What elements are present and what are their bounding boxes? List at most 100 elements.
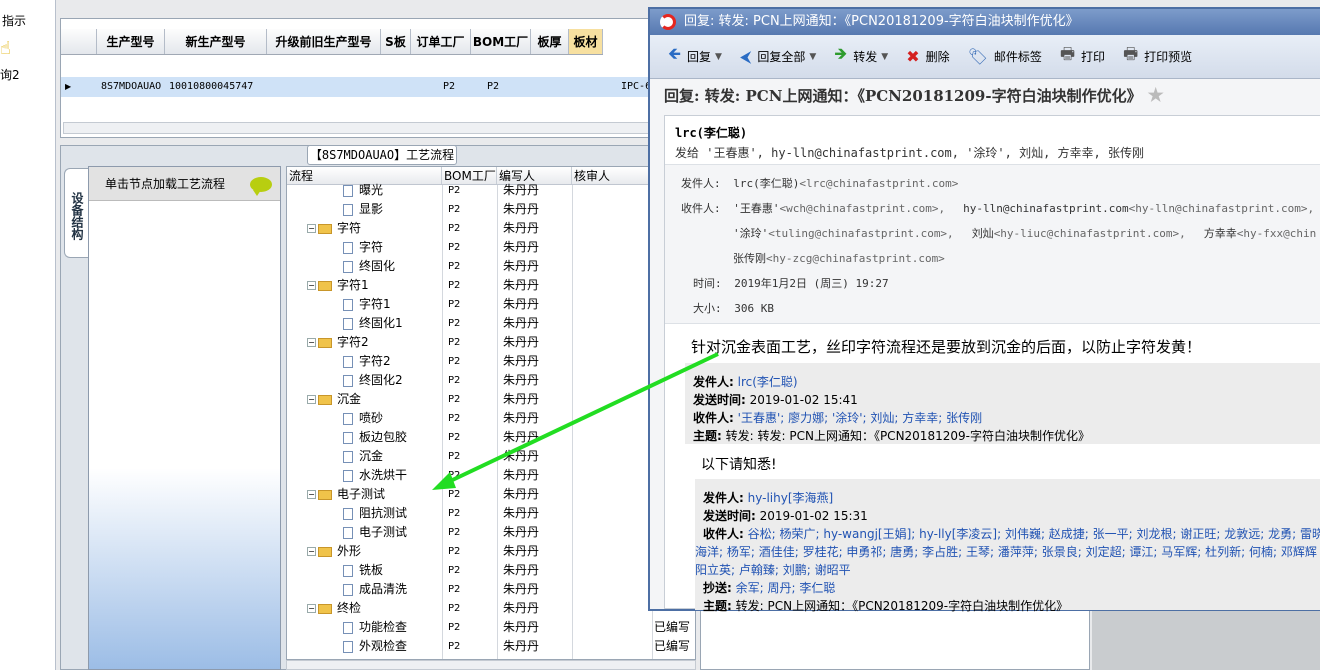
tree-node[interactable]: − 外形 (287, 542, 442, 561)
tree-row[interactable]: 字符2 P2 朱丹丹 (287, 352, 695, 371)
chevron-down-icon[interactable]: ▼ (715, 52, 722, 62)
q1-from-link[interactable]: lrc(李仁聪) (738, 375, 798, 389)
tree-row[interactable]: 喷砂 P2 朱丹丹 (287, 409, 695, 428)
tree-row[interactable]: 功能检查 P2 朱丹丹 已编写 (287, 618, 695, 637)
grid-col-header[interactable]: S板 (381, 29, 411, 54)
tree-node[interactable]: 喷砂 (287, 409, 442, 428)
tree-node[interactable]: − 字符2 (287, 333, 442, 352)
tree-node[interactable]: 电子测试 (287, 523, 442, 542)
collapse-icon[interactable]: − (307, 224, 316, 233)
star-icon[interactable]: ★ (1148, 85, 1164, 106)
tree-node[interactable]: 外观检查 (287, 637, 442, 656)
grid-hscrollbar[interactable] (63, 122, 653, 134)
print-preview-button[interactable]: 🖶 打印预览 (1123, 43, 1192, 70)
grid-row-selected[interactable]: ▶ 8S7MDOAUAO 10010800045747 P2 P2 IPC-6 (61, 77, 657, 97)
tree-row[interactable]: 沉金 P2 朱丹丹 (287, 447, 695, 466)
tree-node[interactable]: 字符1 (287, 295, 442, 314)
collapse-icon[interactable]: − (307, 604, 316, 613)
tree-node[interactable]: 字符 (287, 238, 442, 257)
tree-row[interactable]: − 沉金 P2 朱丹丹 (287, 390, 695, 409)
speech-bubble-icon[interactable] (250, 177, 272, 196)
tree-node[interactable]: 显影 (287, 200, 442, 219)
sender-name[interactable]: lrc(李仁聪) (675, 124, 747, 141)
tree-row[interactable]: 阻抗测试 P2 朱丹丹 (287, 504, 695, 523)
q2-from-link[interactable]: hy-lihy[李海燕] (748, 491, 834, 505)
collapse-icon[interactable]: − (307, 281, 316, 290)
tree-row[interactable]: 显影 P2 朱丹丹 (287, 200, 695, 219)
tree-row[interactable]: 铣板 P2 朱丹丹 (287, 561, 695, 580)
recipient-name[interactable]: '涂玲' (733, 227, 768, 240)
tree-row[interactable]: − 电子测试 P2 朱丹丹 (287, 485, 695, 504)
tree-row[interactable]: 终固化 P2 朱丹丹 (287, 257, 695, 276)
tree-node[interactable]: − 电子测试 (287, 485, 442, 504)
recipient-name[interactable]: 刘灿 (972, 227, 994, 240)
reply-button[interactable]: 🡸 回复 ▼ (668, 43, 722, 70)
grid-col-header[interactable]: 升级前旧生产型号 (267, 29, 381, 54)
print-button[interactable]: 🖶 打印 (1060, 43, 1105, 70)
mail-titlebar[interactable]: 回复: 转发: PCN上网通知：《PCN20181209-字符白油块制作优化》 (650, 9, 1320, 35)
chevron-down-icon[interactable]: ▼ (881, 52, 888, 62)
q2-to-links-2[interactable]: 海洋; 杨军; 酒佳佳; 罗桂花; 申勇祁; 唐勇; 李占胜; 王琴; 潘萍萍;… (695, 543, 1317, 560)
tree-node[interactable]: 成品清洗 (287, 580, 442, 599)
tree-row[interactable]: 字符1 P2 朱丹丹 (287, 295, 695, 314)
nav-label-query[interactable]: 询2 (0, 66, 20, 83)
tree-node[interactable]: 功能检查 (287, 618, 442, 637)
tree-node[interactable]: − 字符1 (287, 276, 442, 295)
tree-row[interactable]: − 字符2 P2 朱丹丹 (287, 333, 695, 352)
tree-node[interactable]: 曝光 (287, 181, 442, 200)
tree-node[interactable]: 铣板 (287, 561, 442, 580)
tree-row[interactable]: 外观检查 P2 朱丹丹 已编写 (287, 637, 695, 656)
tree-node[interactable]: 沉金 (287, 447, 442, 466)
tree-row[interactable]: 终固化1 P2 朱丹丹 (287, 314, 695, 333)
tree-hscrollbar[interactable] (286, 660, 696, 670)
grid-col-header[interactable]: 板材 (569, 29, 603, 54)
tree-node[interactable]: − 终检 (287, 599, 442, 618)
tree-node[interactable]: 终固化 (287, 257, 442, 276)
grid-col-header[interactable]: BOM工厂 (471, 29, 531, 54)
chevron-down-icon[interactable]: ▼ (809, 52, 816, 62)
tree-node[interactable]: 终固化1 (287, 314, 442, 333)
tree-node-label: 字符 (359, 240, 384, 254)
tag-button[interactable]: 🏷 邮件标签 (968, 47, 1042, 66)
tree-row[interactable]: 水洗烘干 P2 朱丹丹 (287, 466, 695, 485)
tree-row[interactable]: − 字符1 P2 朱丹丹 (287, 276, 695, 295)
recipient-name[interactable]: 张传刚 (733, 252, 766, 265)
tree-row[interactable]: 电子测试 P2 朱丹丹 (287, 523, 695, 542)
q2-to-links-3[interactable]: 阳立英; 卢翰臻; 刘鹏; 谢昭平 (695, 561, 851, 578)
tree-node[interactable]: 阻抗测试 (287, 504, 442, 523)
forward-button[interactable]: 🡺 转发 ▼ (834, 43, 888, 70)
reply-all-button[interactable]: ⮜ 回复全部 ▼ (740, 47, 816, 67)
tree-row[interactable]: 成品清洗 P2 朱丹丹 (287, 580, 695, 599)
tree-node[interactable]: 板边包胶 (287, 428, 442, 447)
tab-equipment-structure[interactable]: 设备结构 (64, 168, 88, 258)
grid-col-header[interactable]: 订单工厂 (411, 29, 471, 54)
tree-row[interactable]: 字符 P2 朱丹丹 (287, 238, 695, 257)
tree-row[interactable]: − 外形 P2 朱丹丹 (287, 542, 695, 561)
collapse-icon[interactable]: − (307, 395, 316, 404)
recipient-name[interactable]: '王春惠' (733, 202, 779, 215)
collapse-icon[interactable]: − (307, 490, 316, 499)
tree-node[interactable]: 水洗烘干 (287, 466, 442, 485)
tree-row[interactable]: 终固化2 P2 朱丹丹 (287, 371, 695, 390)
q2-to-links-1[interactable]: 谷松; 杨荣广; hy-wangj[王娟]; hy-lly[李凌云]; 刘伟巍;… (748, 527, 1320, 541)
grid-col-header[interactable]: 新生产型号 (165, 29, 267, 54)
collapse-icon[interactable]: − (307, 338, 316, 347)
grid-col-header[interactable]: 生产型号 (97, 29, 165, 54)
q2-cc-links[interactable]: 余军; 周丹; 李仁聪 (736, 581, 836, 595)
tree-node[interactable]: − 字符 (287, 219, 442, 238)
tree-row[interactable]: − 字符 P2 朱丹丹 (287, 219, 695, 238)
tree-row[interactable]: − 终检 P2 朱丹丹 (287, 599, 695, 618)
recipient-name[interactable]: 方幸幸 (1204, 227, 1237, 240)
recipient-name[interactable]: hy-lln@chinafastprint.com (963, 202, 1129, 215)
grid-col-header[interactable]: 板厚 (531, 29, 569, 54)
nav-label-guide[interactable]: 指示 (2, 12, 26, 29)
q1-to-links[interactable]: '王春惠'; 廖力娜; '涂玲'; 刘灿; 方幸幸; 张传刚 (738, 411, 982, 425)
tree-node[interactable]: 终固化2 (287, 371, 442, 390)
tree-row[interactable]: 曝光 P2 朱丹丹 (287, 181, 695, 200)
collapse-icon[interactable]: − (307, 547, 316, 556)
from-name[interactable]: lrc(李仁聪) (733, 177, 799, 190)
delete-button[interactable]: ✖ 删除 (906, 47, 949, 66)
tree-node[interactable]: 字符2 (287, 352, 442, 371)
tree-row[interactable]: 板边包胶 P2 朱丹丹 (287, 428, 695, 447)
tree-node[interactable]: − 沉金 (287, 390, 442, 409)
